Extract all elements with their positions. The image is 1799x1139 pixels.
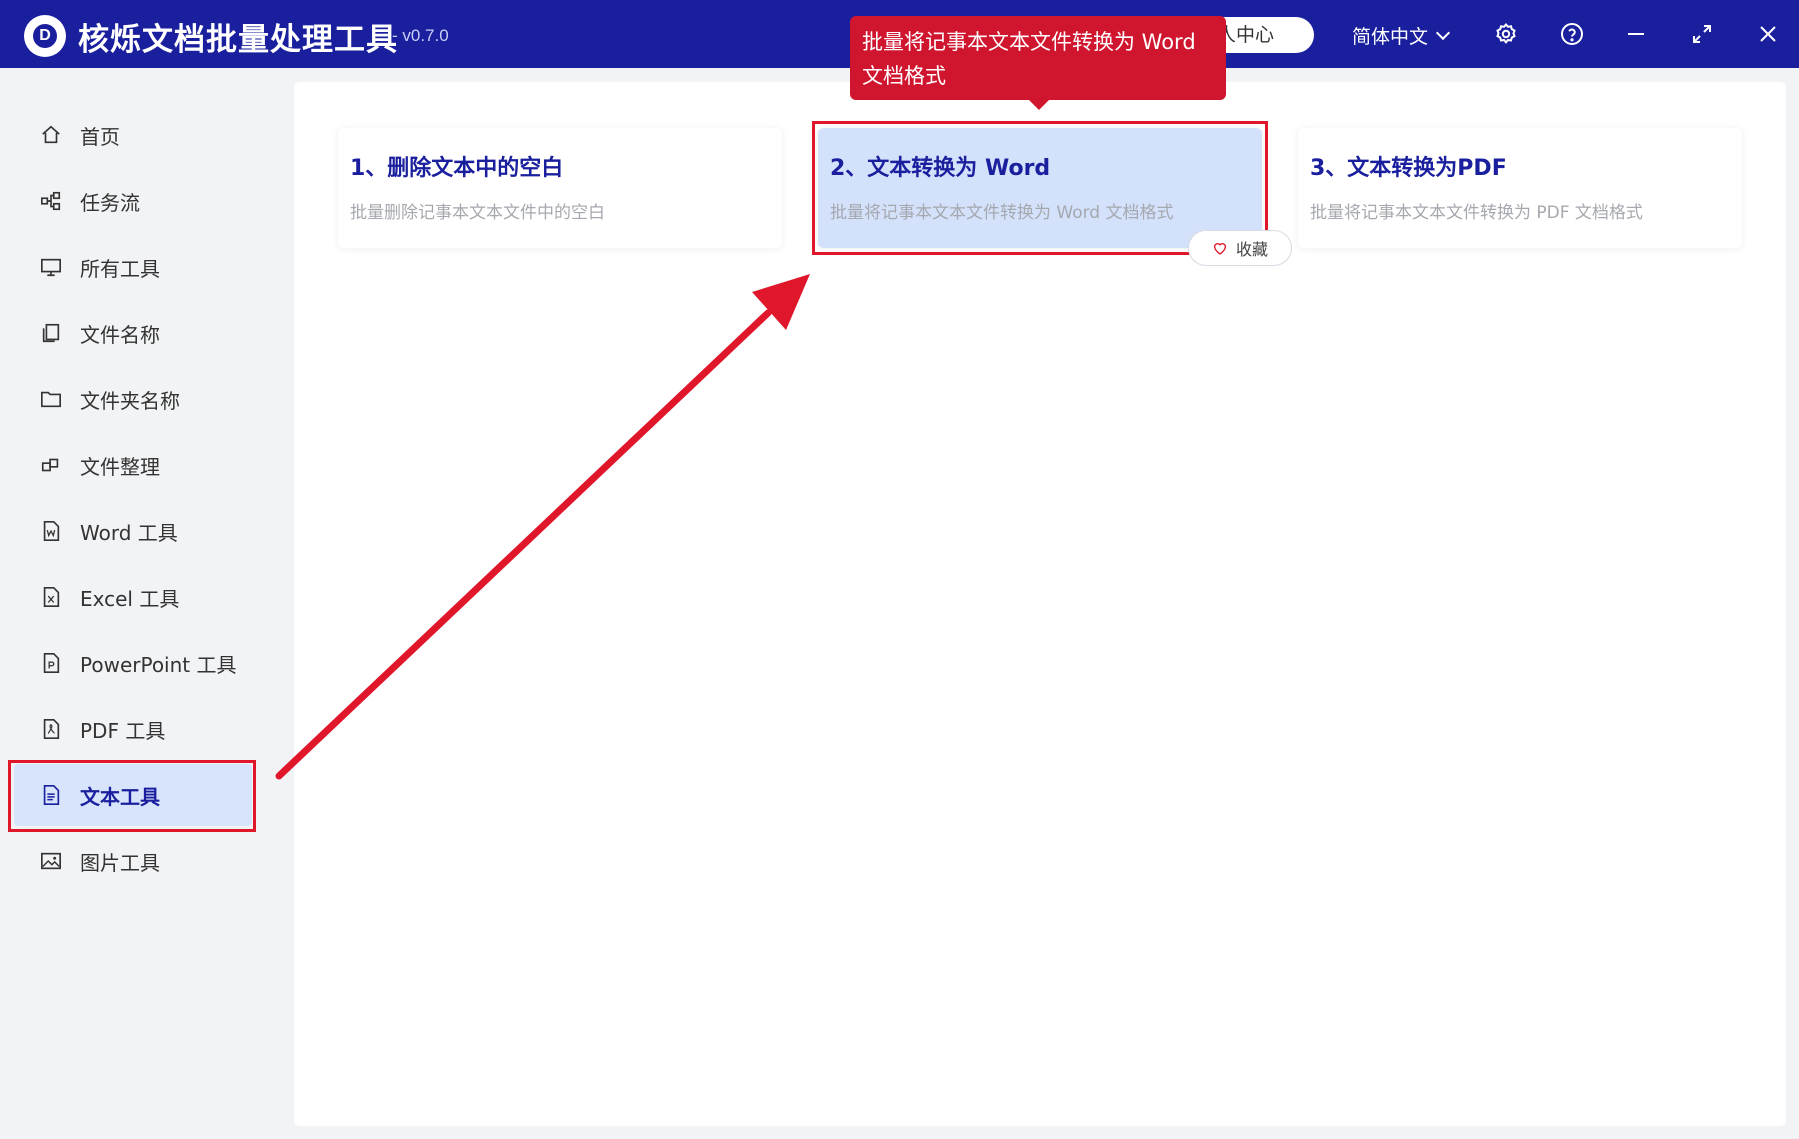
favorite-button[interactable]: 收藏 [1188, 230, 1292, 266]
sidebar-item-home[interactable]: 首页 [8, 104, 252, 166]
tooltip-line-1: 批量将记事本文本文件转换为 Word [862, 30, 1196, 54]
monitor-icon [40, 256, 62, 278]
sidebar-item-label: PowerPoint 工具 [80, 652, 237, 677]
sidebar-item-excel-file[interactable]: Excel 工具 [8, 566, 252, 628]
heart-icon [1213, 243, 1226, 255]
language-label: 简体中文 [1352, 26, 1429, 48]
gear-icon[interactable] [1490, 18, 1522, 50]
word-file-icon [40, 520, 62, 542]
image-icon [40, 850, 62, 872]
app-logo-letter: D [39, 27, 51, 44]
favorite-label: 收藏 [1235, 240, 1268, 259]
close-icon[interactable] [1752, 18, 1784, 50]
highlight-box-sidebar [8, 760, 256, 832]
sidebar-item-workflow[interactable]: 任务流 [8, 170, 252, 232]
app-logo: D [24, 15, 66, 57]
excel-file-icon [40, 586, 62, 608]
chevron-down-icon [1435, 25, 1451, 40]
sidebar-item-label: 文件夹名称 [80, 388, 180, 413]
language-select[interactable]: 简体中文 [1352, 22, 1451, 49]
sidebar-item-label: 文件整理 [80, 454, 160, 479]
app-version: - v0.7.0 [392, 26, 449, 45]
sidebar-item-pdf-file[interactable]: PDF 工具 [8, 698, 252, 760]
tool-card-title: 1、删除文本中的空白 [350, 156, 564, 181]
tool-card-text-to-pdf[interactable]: 3、文本转换为PDF 批量将记事本文本文件转换为 PDF 文档格式 [1298, 128, 1742, 248]
tool-card-title: 3、文本转换为PDF [1310, 156, 1507, 181]
sidebar-item-label: 文件名称 [80, 322, 160, 347]
app-window: D 核烁文档批量处理工具 - v0.7.0 个人中心 简体中文 首页 任务流 所有工… [0, 0, 1799, 1139]
organize-icon [40, 454, 62, 476]
maximize-icon[interactable] [1686, 18, 1718, 50]
tooltip-line-2: 文档格式 [862, 64, 946, 88]
file-copy-icon [40, 322, 62, 344]
sidebar-item-word-file[interactable]: Word 工具 [8, 500, 252, 562]
sidebar-item-label: 首页 [80, 124, 120, 149]
ppt-file-icon [40, 652, 62, 674]
tool-card-desc: 批量将记事本文本文件转换为 PDF 文档格式 [1310, 203, 1643, 223]
sidebar-item-label: 任务流 [80, 190, 140, 215]
help-icon[interactable] [1556, 18, 1588, 50]
pdf-file-icon [40, 718, 62, 740]
minimize-icon[interactable] [1620, 18, 1652, 50]
sidebar-item-file-copy[interactable]: 文件名称 [8, 302, 252, 364]
sidebar-item-ppt-file[interactable]: PowerPoint 工具 [8, 632, 252, 694]
sidebar-item-label: PDF 工具 [80, 718, 166, 743]
folder-icon [40, 388, 62, 410]
tooltip: 批量将记事本文本文件转换为 Word 文档格式 [850, 16, 1226, 110]
workflow-icon [40, 190, 62, 212]
home-icon [40, 124, 62, 146]
sidebar-item-label: Word 工具 [80, 520, 178, 545]
sidebar-item-label: 图片工具 [80, 850, 160, 875]
sidebar-item-label: 所有工具 [80, 256, 160, 281]
sidebar-item-monitor[interactable]: 所有工具 [8, 236, 252, 298]
sidebar-item-image[interactable]: 图片工具 [8, 830, 252, 892]
tool-card-remove-whitespace[interactable]: 1、删除文本中的空白 批量删除记事本文本文件中的空白 [338, 128, 782, 248]
sidebar-item-label: Excel 工具 [80, 586, 180, 611]
app-title: 核烁文档批量处理工具 [78, 22, 398, 58]
sidebar-item-organize[interactable]: 文件整理 [8, 434, 252, 496]
sidebar-item-folder[interactable]: 文件夹名称 [8, 368, 252, 430]
tool-card-desc: 批量删除记事本文本文件中的空白 [350, 203, 605, 223]
